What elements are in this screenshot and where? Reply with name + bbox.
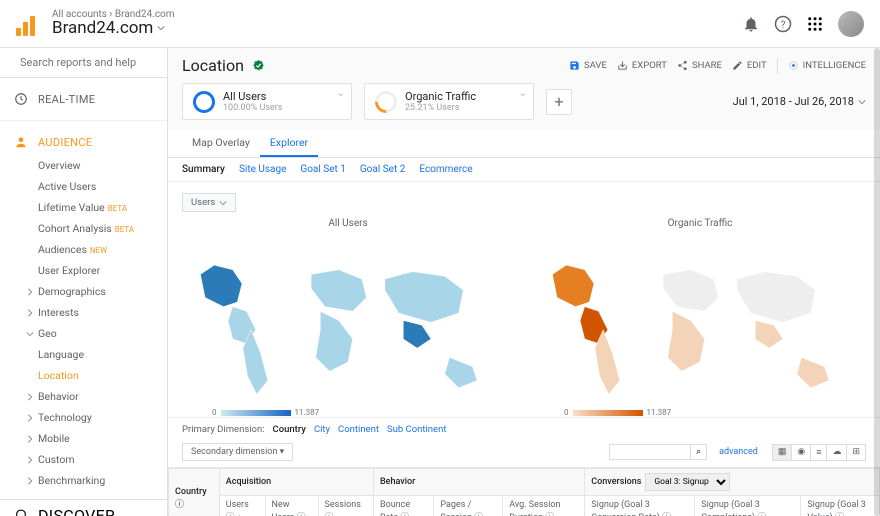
date-range-picker[interactable]: Jul 1, 2018 - Jul 26, 2018 xyxy=(733,95,866,108)
map-title-a: All Users xyxy=(182,218,514,229)
nav-cohort[interactable]: Cohort AnalysisBETA xyxy=(0,218,167,239)
nav-discover[interactable]: DISCOVER xyxy=(0,500,167,516)
col-sessions[interactable]: Sessions ⓘ xyxy=(318,496,373,516)
data-table: Country ⓘ Acquisition Behavior Conversio… xyxy=(168,468,880,516)
page-title: Location xyxy=(182,56,244,75)
col-g3c[interactable]: Signup (Goal 3 Completions) ⓘ xyxy=(695,496,801,516)
clock-icon xyxy=(14,92,28,106)
col-country[interactable]: Country ⓘ xyxy=(169,469,220,516)
nav-audience[interactable]: AUDIENCE xyxy=(0,129,167,155)
svg-text:?: ? xyxy=(781,19,786,30)
col-asd[interactable]: Avg. Session Duration ⓘ xyxy=(503,496,585,516)
intel-icon xyxy=(788,60,799,71)
map-title-b: Organic Traffic xyxy=(534,218,866,229)
nav-technology[interactable]: Technology xyxy=(0,407,167,428)
col-g3r[interactable]: Signup (Goal 3 Conversion Rate) ⓘ xyxy=(585,496,695,516)
nav-realtime[interactable]: REAL-TIME xyxy=(0,86,167,112)
add-segment-button[interactable]: + xyxy=(546,89,572,115)
nav-location[interactable]: Location xyxy=(0,365,167,386)
pencil-icon xyxy=(732,60,743,71)
export-icon xyxy=(617,60,628,71)
tab-map-overlay[interactable]: Map Overlay xyxy=(182,130,260,157)
dim-subcontinent[interactable]: Sub Continent xyxy=(387,424,446,435)
col-users[interactable]: Users ⓘ ↓ xyxy=(219,496,265,516)
conversion-select[interactable]: Goal 3: Signup xyxy=(645,473,730,491)
chevron-down-icon: ⌄ xyxy=(519,88,527,99)
nav-overview[interactable]: Overview xyxy=(0,155,167,176)
verified-icon xyxy=(252,59,265,72)
scrollbar[interactable] xyxy=(874,48,880,516)
dim-city[interactable]: City xyxy=(314,424,330,435)
share-button[interactable]: SHARE xyxy=(677,60,722,71)
legend-a: 0 11.387 xyxy=(182,408,514,417)
secondary-dimension[interactable]: Secondary dimension ▾ xyxy=(182,443,293,461)
bell-icon[interactable] xyxy=(742,15,760,33)
nav-user-explorer[interactable]: User Explorer xyxy=(0,260,167,281)
nav-lifetime[interactable]: Lifetime ValueBETA xyxy=(0,197,167,218)
subtab-summary[interactable]: Summary xyxy=(182,164,225,175)
nav-active-users[interactable]: Active Users xyxy=(0,176,167,197)
dim-country[interactable]: Country xyxy=(273,424,306,435)
col-group-acq: Acquisition xyxy=(219,469,373,496)
col-bounce[interactable]: Bounce Rate ⓘ xyxy=(373,496,433,516)
dim-continent[interactable]: Continent xyxy=(338,424,379,435)
subtab-ecommerce[interactable]: Ecommerce xyxy=(419,164,472,175)
export-button[interactable]: EXPORT xyxy=(617,60,667,71)
col-g3v[interactable]: Signup (Goal 3 Value) ⓘ xyxy=(801,496,880,516)
nav-custom[interactable]: Custom xyxy=(0,449,167,470)
nav-interests[interactable]: Interests xyxy=(0,302,167,323)
subtab-site-usage[interactable]: Site Usage xyxy=(239,164,286,175)
help-icon[interactable]: ? xyxy=(774,15,792,33)
col-new[interactable]: New Users ⓘ xyxy=(265,496,318,516)
nav-behavior[interactable]: Behavior xyxy=(0,386,167,407)
avatar[interactable] xyxy=(838,11,864,37)
user-icon xyxy=(14,135,28,149)
col-group-conv[interactable]: ConversionsGoal 3: Signup xyxy=(585,469,880,496)
nav-benchmarking[interactable]: Benchmarking xyxy=(0,470,167,491)
save-icon xyxy=(569,60,580,71)
search-icon[interactable]: ⌕ xyxy=(690,445,706,459)
nav-demographics[interactable]: Demographics xyxy=(0,281,167,302)
metric-selector[interactable]: Users xyxy=(182,193,236,212)
share-icon xyxy=(677,60,688,71)
segment-organic[interactable]: Organic Traffic25.21% Users ⌄ xyxy=(364,83,534,120)
search-input[interactable] xyxy=(20,56,160,69)
nav-audiences[interactable]: AudiencesNEW xyxy=(0,239,167,260)
advanced-link[interactable]: advanced xyxy=(719,447,758,457)
bulb-icon xyxy=(14,509,28,516)
world-map-all-users[interactable] xyxy=(182,233,514,408)
apps-icon[interactable] xyxy=(806,15,824,33)
world-map-organic[interactable] xyxy=(534,233,866,408)
view-toggle[interactable]: ▦◉≡☁⊞ xyxy=(772,444,866,461)
tab-explorer[interactable]: Explorer xyxy=(260,130,318,157)
save-button[interactable]: SAVE xyxy=(569,60,607,71)
col-group-beh: Behavior xyxy=(373,469,584,496)
dim-label: Primary Dimension: xyxy=(182,424,265,435)
nav-mobile[interactable]: Mobile xyxy=(0,428,167,449)
col-pps[interactable]: Pages / Session ⓘ xyxy=(434,496,503,516)
account-selector[interactable]: Brand24.com xyxy=(52,18,742,38)
segment-all-users[interactable]: All Users100.00% Users ⌄ xyxy=(182,83,352,120)
intelligence-button[interactable]: INTELLIGENCE xyxy=(788,60,866,71)
subtab-goal2[interactable]: Goal Set 2 xyxy=(360,164,405,175)
nav-geo[interactable]: Geo xyxy=(0,323,167,344)
edit-button[interactable]: EDIT xyxy=(732,60,767,71)
chevron-down-icon: ⌄ xyxy=(337,88,345,99)
subtab-goal1[interactable]: Goal Set 1 xyxy=(300,164,345,175)
table-search[interactable]: ⌕ xyxy=(609,444,707,460)
ga-logo xyxy=(16,12,40,36)
nav-language[interactable]: Language xyxy=(0,344,167,365)
legend-b: 0 11.387 xyxy=(534,408,866,417)
